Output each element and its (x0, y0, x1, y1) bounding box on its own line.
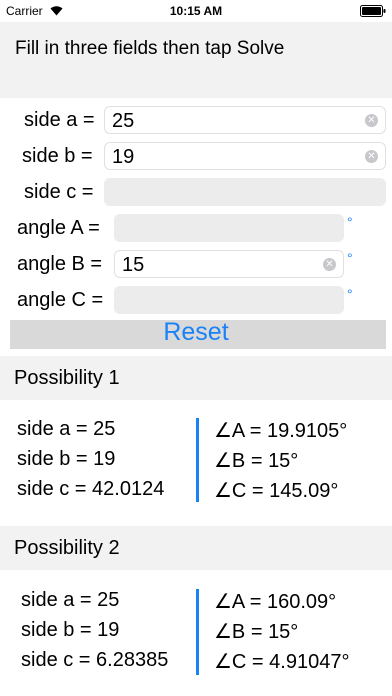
result-angle-a: ∠A = 160.09° (214, 591, 337, 613)
side-c-input[interactable] (104, 178, 386, 206)
angle-b-label: angle B = (17, 253, 103, 275)
side-a-value: 25 (112, 110, 135, 132)
result-side-b: side b = 19 (17, 448, 116, 470)
side-a-input[interactable]: 25 ✕ (104, 106, 386, 134)
result-side-a: side a = 25 (21, 589, 120, 611)
battery-icon (360, 5, 386, 17)
side-a-label: side a = (24, 109, 95, 131)
result-side-b: side b = 19 (21, 619, 120, 641)
side-b-label: side b = (22, 145, 93, 167)
status-bar: Carrier 10:15 AM (0, 0, 392, 22)
result-angle-a: ∠A = 19.9105° (214, 420, 348, 442)
possibility-2-title: Possibility 2 (14, 537, 120, 559)
possibility-1-title: Possibility 1 (14, 367, 120, 389)
angle-a-degree-unit: ° (347, 214, 353, 230)
result-angle-b: ∠B = 15° (214, 450, 299, 472)
clear-field-icon[interactable]: ✕ (365, 114, 378, 127)
clear-field-icon[interactable]: ✕ (365, 150, 378, 163)
angle-c-degree-unit: ° (347, 286, 353, 302)
side-b-value: 19 (112, 146, 135, 168)
result-angle-b: ∠B = 15° (214, 621, 299, 643)
angle-b-input[interactable]: 15 ✕ (114, 250, 344, 278)
clear-field-icon[interactable]: ✕ (323, 258, 336, 271)
reset-button-label[interactable]: Reset (0, 318, 392, 347)
angle-a-label: angle A = (17, 217, 100, 239)
result-divider (196, 418, 199, 502)
angle-b-value: 15 (122, 254, 145, 276)
angle-a-input[interactable] (114, 214, 344, 242)
instruction-panel (0, 22, 392, 98)
result-divider (196, 589, 199, 675)
status-time: 10:15 AM (169, 4, 223, 18)
instruction-text: Fill in three fields then tap Solve (15, 38, 285, 59)
result-angle-c: ∠C = 4.91047° (214, 651, 350, 673)
angle-b-degree-unit: ° (347, 250, 353, 266)
result-angle-c: ∠C = 145.09° (214, 480, 339, 502)
result-side-c: side c = 42.0124 (17, 478, 165, 500)
side-b-input[interactable]: 19 ✕ (104, 142, 386, 170)
result-side-a: side a = 25 (17, 418, 116, 440)
side-c-label: side c = (24, 181, 94, 203)
angle-c-label: angle C = (17, 289, 104, 311)
angle-c-input[interactable] (114, 286, 344, 314)
result-side-c: side c = 6.28385 (21, 649, 169, 671)
